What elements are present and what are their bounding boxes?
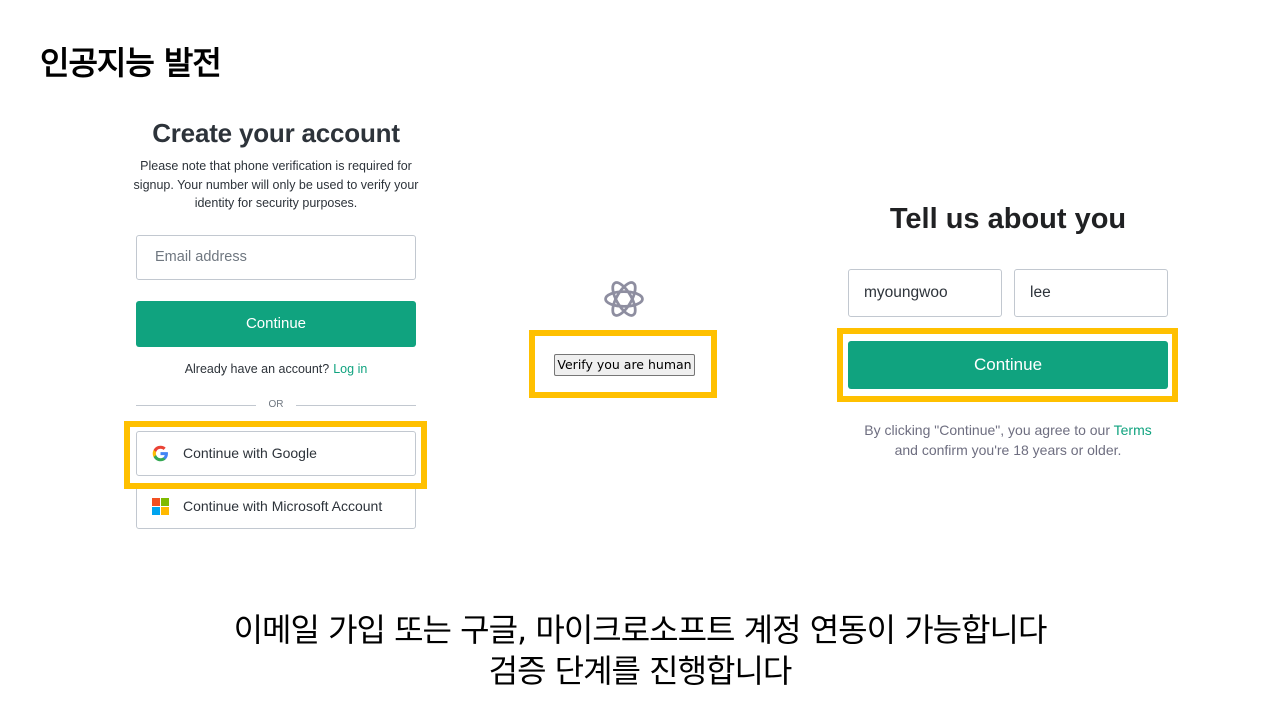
signup-title: Create your account [152, 118, 400, 148]
or-divider: OR [136, 398, 416, 412]
terms-text: By clicking "Continue", you agree to our… [838, 420, 1178, 460]
google-signin-button[interactable]: Continue with Google [136, 431, 416, 476]
openai-logo-icon [604, 281, 644, 317]
caption-line-1: 이메일 가입 또는 구글, 마이크로소프트 계정 연동이 가능합니다 [233, 611, 1048, 649]
google-button-label: Continue with Google [183, 445, 317, 461]
verify-human-button[interactable]: Verify you are human [554, 354, 695, 376]
about-title: Tell us about you [889, 203, 1127, 235]
last-name-field[interactable]: lee [1014, 269, 1168, 317]
signup-panel: Create your account Please note that pho… [126, 118, 426, 529]
microsoft-icon [152, 498, 169, 515]
terms-prefix: By clicking "Continue", you agree to our [864, 422, 1114, 438]
terms-link[interactable]: Terms [1114, 422, 1152, 438]
email-field[interactable]: Email address [136, 235, 416, 280]
google-icon [152, 445, 168, 462]
about-continue-button[interactable]: Continue [848, 341, 1168, 389]
signup-note: Please note that phone verification is r… [133, 159, 419, 210]
login-row: Already have an account? Log in [126, 362, 426, 376]
microsoft-signin-button[interactable]: Continue with Microsoft Account [136, 484, 416, 529]
continue-button[interactable]: Continue [136, 301, 416, 347]
microsoft-button-label: Continue with Microsoft Account [183, 498, 383, 514]
divider-line-right [296, 405, 416, 406]
terms-suffix: and confirm you're 18 years or older. [894, 442, 1122, 458]
first-name-field[interactable]: myoungwoo [848, 269, 1002, 317]
already-account-text: Already have an account? [184, 362, 330, 376]
caption-line-2: 검증 단계를 진행합니다 [488, 652, 793, 690]
slide-title: 인공지능 발전 [40, 44, 222, 82]
login-link[interactable]: Log in [333, 362, 367, 376]
